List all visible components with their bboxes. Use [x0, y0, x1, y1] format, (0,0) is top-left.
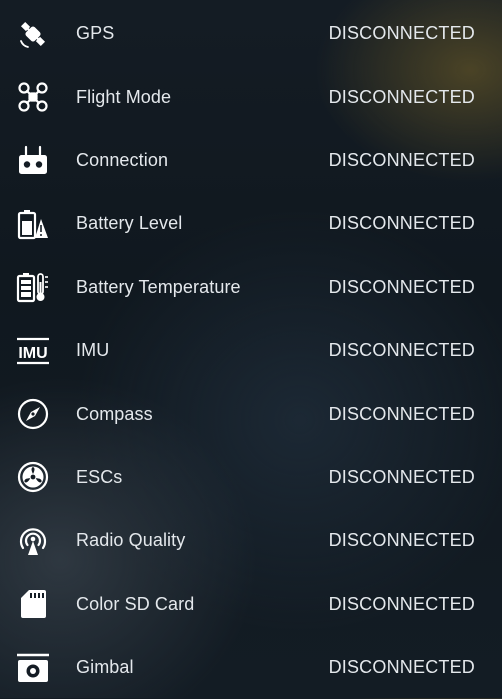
status-row-compass[interactable]: Compass DISCONNECTED: [0, 382, 502, 445]
status-label: Compass: [76, 403, 153, 424]
status-value: DISCONNECTED: [328, 403, 475, 424]
status-label: Battery Temperature: [76, 276, 241, 297]
status-label: Connection: [76, 149, 169, 170]
status-label: GPS: [76, 23, 115, 44]
imu-icon: IMU: [16, 334, 50, 368]
battery-level-icon: [16, 207, 50, 241]
status-row-battery-level[interactable]: Battery Level DISCONNECTED: [0, 192, 502, 255]
status-row-color-sd-card[interactable]: Color SD Card DISCONNECTED: [0, 573, 502, 636]
status-value: DISCONNECTED: [328, 340, 475, 361]
gimbal-camera-icon: [16, 651, 50, 685]
compass-icon: [16, 397, 50, 431]
remote-controller-icon: [16, 143, 50, 177]
status-value: DISCONNECTED: [328, 466, 475, 487]
status-value: DISCONNECTED: [328, 276, 475, 297]
status-label: IMU: [76, 340, 110, 361]
esc-icon: [16, 460, 50, 494]
status-panel: GPS DISCONNECTED Flight Mode DISCONNECTE…: [0, 0, 502, 698]
status-value: DISCONNECTED: [328, 657, 475, 678]
status-value: DISCONNECTED: [328, 86, 475, 107]
status-row-gimbal[interactable]: Gimbal DISCONNECTED: [0, 636, 502, 699]
status-row-imu[interactable]: IMU IMU DISCONNECTED: [0, 319, 502, 382]
drone-icon: [16, 80, 50, 114]
sd-card-icon: [16, 587, 50, 621]
status-label: Flight Mode: [76, 86, 172, 107]
satellite-icon: [16, 17, 50, 51]
battery-temperature-icon: [16, 270, 50, 304]
status-row-flight-mode[interactable]: Flight Mode DISCONNECTED: [0, 65, 502, 128]
status-row-gps[interactable]: GPS DISCONNECTED: [0, 2, 502, 65]
status-label: Color SD Card: [76, 593, 195, 614]
status-value: DISCONNECTED: [328, 593, 475, 614]
status-value: DISCONNECTED: [328, 530, 475, 551]
status-label: Radio Quality: [76, 530, 186, 551]
imu-icon-text: IMU: [18, 345, 47, 362]
status-row-escs[interactable]: ESCs DISCONNECTED: [0, 446, 502, 509]
status-value: DISCONNECTED: [328, 23, 475, 44]
status-row-connection[interactable]: Connection DISCONNECTED: [0, 129, 502, 192]
status-label: Battery Level: [76, 213, 183, 234]
status-row-radio-quality[interactable]: Radio Quality DISCONNECTED: [0, 509, 502, 572]
status-value: DISCONNECTED: [328, 149, 475, 170]
radio-quality-icon: [16, 524, 50, 558]
status-label: ESCs: [76, 466, 123, 487]
status-label: Gimbal: [76, 657, 134, 678]
status-value: DISCONNECTED: [328, 213, 475, 234]
status-row-battery-temperature[interactable]: Battery Temperature DISCONNECTED: [0, 256, 502, 319]
